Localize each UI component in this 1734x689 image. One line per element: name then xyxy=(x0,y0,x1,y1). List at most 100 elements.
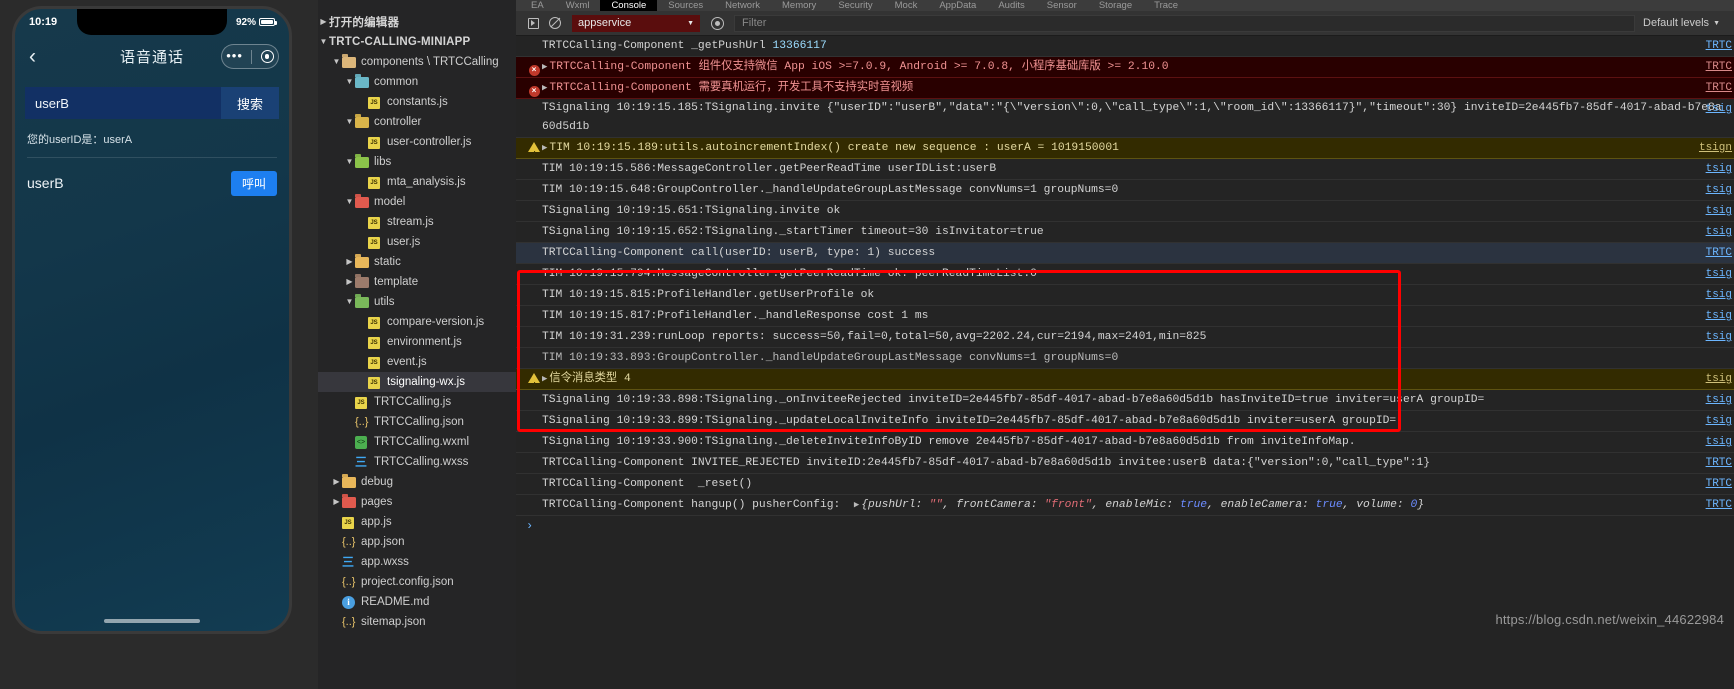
log-source-link[interactable]: tsig xyxy=(1706,411,1734,431)
console-log-row[interactable]: TRTCCalling-Component INVITEE_REJECTED i… xyxy=(516,453,1734,474)
tree-item[interactable]: ▼ components \ TRTCCalling xyxy=(318,52,516,72)
log-source-link[interactable]: tsig xyxy=(1706,369,1734,389)
tab-security[interactable]: Security xyxy=(827,0,883,11)
top-frame-icon[interactable] xyxy=(522,12,544,34)
log-source-link[interactable]: TRTC xyxy=(1706,453,1734,473)
tree-item[interactable]: ▶JS environment.js xyxy=(318,332,516,352)
clear-console-icon[interactable] xyxy=(544,12,566,34)
search-input[interactable]: userB xyxy=(25,87,221,119)
log-source-link[interactable]: TRTC xyxy=(1706,78,1734,98)
wechat-capsule-button[interactable]: ••• xyxy=(221,44,279,69)
tab-console[interactable]: Console xyxy=(600,0,658,11)
log-source-link[interactable]: tsig xyxy=(1706,180,1734,200)
console-settings-eye-icon[interactable] xyxy=(706,12,728,34)
chevron-right-icon[interactable]: ▶ xyxy=(344,252,355,272)
tree-item[interactable]: ▶JS event.js xyxy=(318,352,516,372)
console-log-row[interactable]: TRTCCalling-Component _reset() TRTC xyxy=(516,474,1734,495)
chevron-down-icon[interactable]: ▼ xyxy=(344,72,355,92)
tree-item[interactable]: ▶JS mta_analysis.js xyxy=(318,172,516,192)
tree-item[interactable]: ▶JS tsignaling-wx.js xyxy=(318,372,516,392)
log-source-link[interactable]: tsign xyxy=(1699,138,1734,158)
log-source-link[interactable]: TRTC xyxy=(1706,243,1734,263)
tree-item[interactable]: ▶JS compare-version.js xyxy=(318,312,516,332)
console-log-row[interactable]: TIM 10:19:15.794:MessageController.getPe… xyxy=(516,264,1734,285)
tab-memory[interactable]: Memory xyxy=(771,0,827,11)
tab-network[interactable]: Network xyxy=(714,0,771,11)
expand-triangle-icon[interactable]: ▶ xyxy=(542,369,547,389)
log-source-link[interactable]: TRTC xyxy=(1706,495,1734,515)
chevron-right-icon[interactable]: ▶ xyxy=(331,492,342,512)
log-source-link[interactable]: TRTC xyxy=(1706,57,1734,77)
more-icon[interactable]: ••• xyxy=(226,50,243,62)
log-source-link[interactable]: tsig xyxy=(1706,99,1734,119)
tree-item[interactable]: ▶<> TRTCCalling.wxml xyxy=(318,432,516,452)
console-log-row[interactable]: TSignaling 10:19:33.899:TSignaling._upda… xyxy=(516,411,1734,432)
log-source-link[interactable]: tsig xyxy=(1706,327,1734,347)
expand-triangle-icon[interactable]: ▶ xyxy=(542,57,547,77)
chevron-down-icon[interactable]: ▼ xyxy=(318,32,329,52)
log-source-link[interactable]: tsig xyxy=(1706,201,1734,221)
console-log-row[interactable]: TSignaling 10:19:15.651:TSignaling.invit… xyxy=(516,201,1734,222)
tree-item[interactable]: ▶JS app.js xyxy=(318,512,516,532)
tree-item[interactable]: ▶JS TRTCCalling.js xyxy=(318,392,516,412)
tree-item[interactable]: ▶JS stream.js xyxy=(318,212,516,232)
tree-item[interactable]: ▶ template xyxy=(318,272,516,292)
project-root[interactable]: ▼ TRTC-CALLING-MINIAPP xyxy=(318,32,516,52)
console-log-row[interactable]: × ▶ TRTCCalling-Component 组件仅支持微信 App iOS … xyxy=(516,57,1734,78)
tree-item[interactable]: ▼ controller xyxy=(318,112,516,132)
console-log-row[interactable]: ▶TIM 10:19:15.189:utils.autoincrementInd… xyxy=(516,138,1734,165)
console-log-row[interactable]: TSignaling 10:19:33.900:TSignaling._dele… xyxy=(516,432,1734,453)
console-log-row[interactable]: × ▶ TRTCCalling-Component 需要真机运行，开发工具不支持实时… xyxy=(516,78,1734,99)
tree-item[interactable]: ▶{..} sitemap.json xyxy=(318,612,516,632)
tab-sources[interactable]: Sources xyxy=(657,0,714,11)
tree-item[interactable]: ▼ common xyxy=(318,72,516,92)
console-prompt[interactable]: › xyxy=(516,516,1734,536)
console-log-row[interactable]: TRTCCalling-Component _getPushUrl 133661… xyxy=(516,36,1734,57)
tree-item[interactable]: ▶i README.md xyxy=(318,592,516,612)
chevron-down-icon[interactable]: ▼ xyxy=(344,292,355,312)
log-source-link[interactable]: tsig xyxy=(1706,264,1734,284)
tab-storage[interactable]: Storage xyxy=(1088,0,1143,11)
expand-triangle-icon[interactable]: ▶ xyxy=(542,138,547,158)
tab-sensor[interactable]: Sensor xyxy=(1036,0,1088,11)
tree-item[interactable]: ▼ libs xyxy=(318,152,516,172)
console-log-row[interactable]: TSignaling 10:19:15.185:TSignaling.invit… xyxy=(516,99,1734,138)
tree-item[interactable]: ▼ model xyxy=(318,192,516,212)
call-button[interactable]: 呼叫 xyxy=(230,170,277,196)
console-log-row[interactable]: TIM 10:19:31.239:runLoop reports: succes… xyxy=(516,327,1734,348)
expand-triangle-icon[interactable]: ▶ xyxy=(542,78,547,98)
log-source-link[interactable]: tsig xyxy=(1706,285,1734,305)
tree-item[interactable]: ▶{..} TRTCCalling.json xyxy=(318,412,516,432)
console-log-row[interactable]: TIM 10:19:15.586:MessageController.getPe… xyxy=(516,159,1734,180)
tab-trace[interactable]: Trace xyxy=(1143,0,1189,11)
tree-item[interactable]: ▶JS constants.js xyxy=(318,92,516,112)
tab-ea[interactable]: EA xyxy=(520,0,555,11)
tab-mock[interactable]: Mock xyxy=(884,0,929,11)
log-source-link[interactable]: TRTC xyxy=(1706,474,1734,494)
console-log-row[interactable]: TIM 10:19:15.648:GroupController._handle… xyxy=(516,180,1734,201)
tree-item[interactable]: ▶ pages xyxy=(318,492,516,512)
chevron-down-icon[interactable]: ▼ xyxy=(344,112,355,132)
tree-item[interactable]: ▶ debug xyxy=(318,472,516,492)
tree-item[interactable]: ▶JS user.js xyxy=(318,232,516,252)
chevron-right-icon[interactable]: ▶ xyxy=(344,272,355,292)
tree-item[interactable]: ▼ utils xyxy=(318,292,516,312)
close-target-icon[interactable] xyxy=(260,50,274,63)
context-selector[interactable]: appservice ▼ xyxy=(572,14,700,32)
console-log-row[interactable]: TSignaling 10:19:33.898:TSignaling._onIn… xyxy=(516,390,1734,411)
tab-wxml[interactable]: Wxml xyxy=(555,0,601,11)
tree-item[interactable]: ▶三 TRTCCalling.wxss xyxy=(318,452,516,472)
tree-item[interactable]: ▶ static xyxy=(318,252,516,272)
log-source-link[interactable]: TRTC xyxy=(1706,36,1734,56)
console-log-list[interactable]: TRTCCalling-Component _getPushUrl 133661… xyxy=(516,36,1734,689)
chevron-right-icon[interactable]: ▶ xyxy=(318,12,329,32)
search-button[interactable]: 搜索 xyxy=(221,87,279,119)
tree-item[interactable]: ▶{..} project.config.json xyxy=(318,572,516,592)
console-log-row[interactable]: ▶信令消息类型 4tsig xyxy=(516,369,1734,396)
console-log-row[interactable]: TIM 10:19:15.815:ProfileHandler.getUserP… xyxy=(516,285,1734,306)
log-source-link[interactable]: tsig xyxy=(1706,222,1734,242)
tab-appdata[interactable]: AppData xyxy=(928,0,987,11)
chevron-right-icon[interactable]: ▶ xyxy=(331,472,342,492)
log-source-link[interactable]: tsig xyxy=(1706,159,1734,179)
tree-item[interactable]: ▶三 app.wxss xyxy=(318,552,516,572)
